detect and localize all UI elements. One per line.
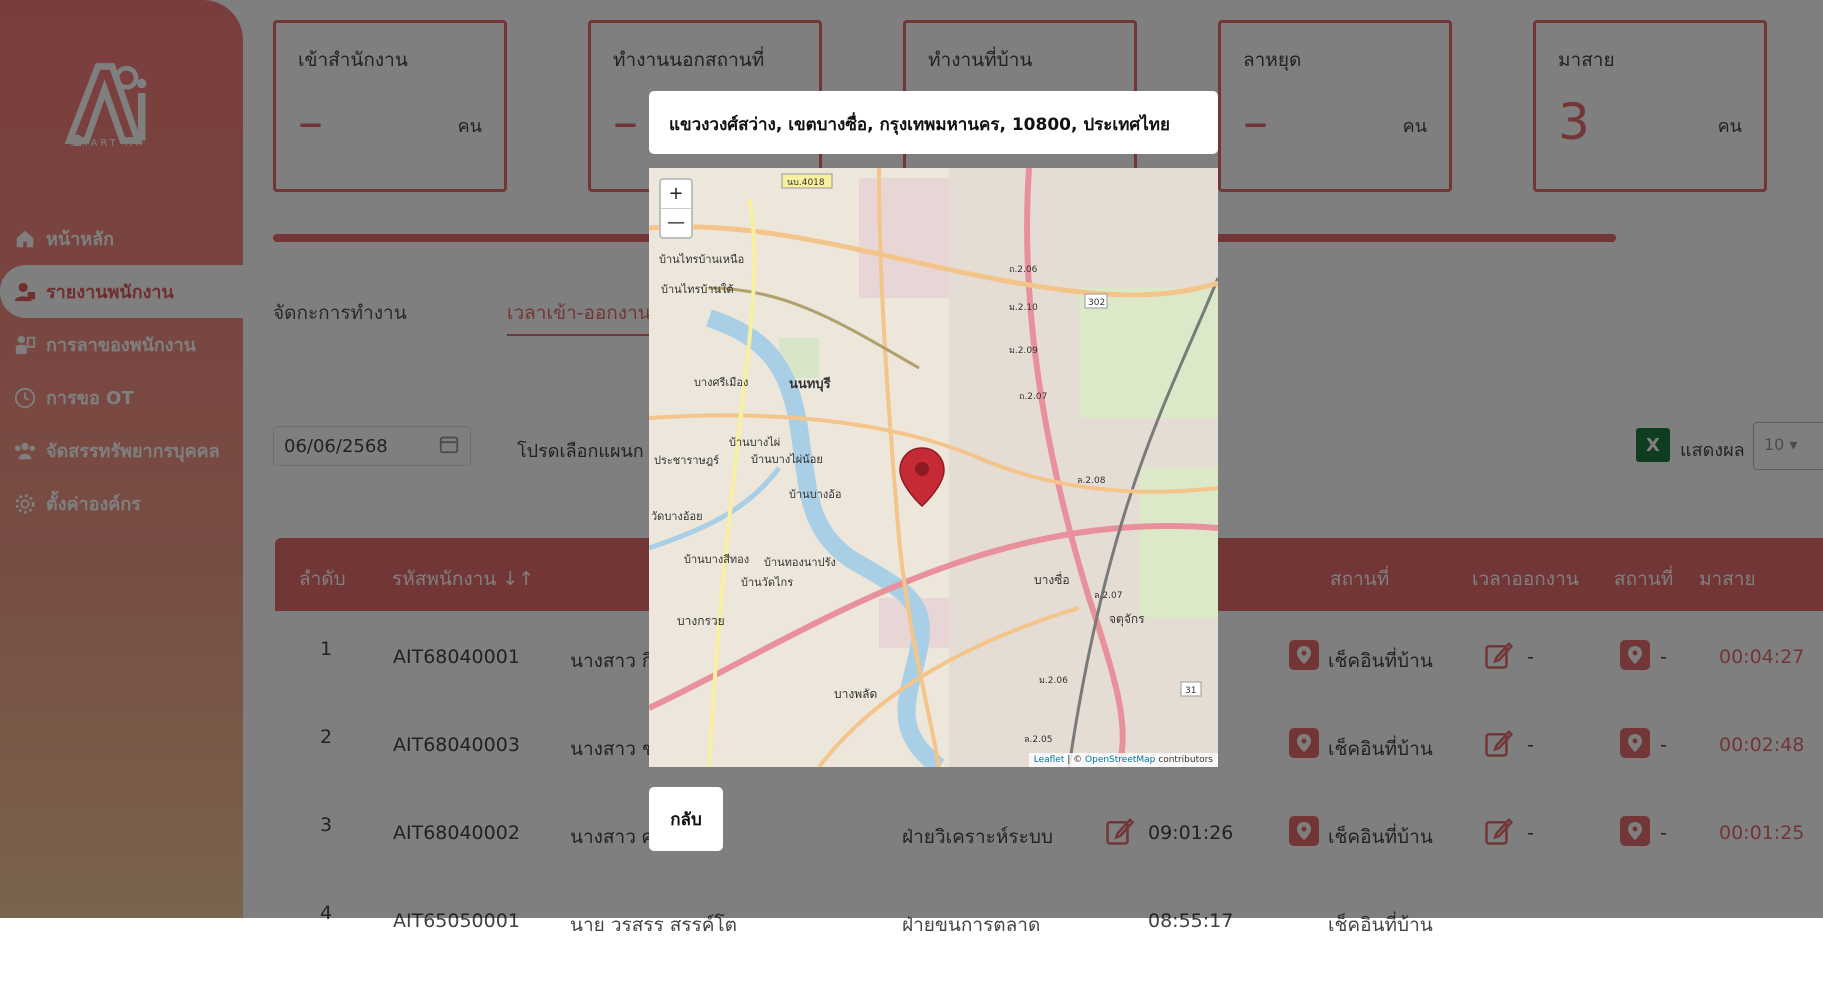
- osm-link[interactable]: OpenStreetMap: [1085, 755, 1155, 765]
- map-tiles[interactable]: นนทบุรี บางศรีเมือง บ้านไทรบ้านเหนือ บ้า…: [649, 168, 1218, 767]
- map-label: บ้านบางสีทอง: [684, 553, 749, 566]
- map-label: บ้านไทรบ้านเหนือ: [659, 253, 744, 266]
- map-label: นบ.4018: [787, 178, 825, 188]
- map-label: 31: [1185, 686, 1196, 696]
- map-label: ม.2.10: [1009, 303, 1038, 313]
- attribution-contributors: contributors: [1155, 755, 1213, 765]
- map-label: บ้านไทรบ้านใต้: [661, 283, 734, 296]
- leaflet-link[interactable]: Leaflet: [1034, 755, 1065, 765]
- map-label: บางกรวย: [677, 614, 725, 628]
- map-attribution: Leaflet | © OpenStreetMap contributors: [1028, 753, 1218, 767]
- map-label: บางซื่อ: [1034, 571, 1070, 587]
- map-label: ล.2.05: [1024, 735, 1052, 745]
- zoom-out-button[interactable]: —: [661, 208, 691, 237]
- location-map[interactable]: นนทบุรี บางศรีเมือง บ้านไทรบ้านเหนือ บ้า…: [649, 168, 1218, 767]
- map-label: จตุจักร: [1109, 612, 1145, 627]
- zoom-in-button[interactable]: +: [661, 180, 691, 208]
- map-label: ประชาราษฎร์: [654, 454, 719, 467]
- map-label: บ้านบางไผ่: [729, 436, 780, 449]
- attribution-sep: | ©: [1064, 755, 1086, 765]
- map-label: ถ.2.07: [1019, 392, 1047, 402]
- map-label: ล.2.08: [1077, 476, 1106, 486]
- map-label: ม.2.09: [1009, 346, 1038, 356]
- map-label: วัดบางอ้อย: [651, 510, 703, 523]
- map-label: บางพลัด: [834, 687, 877, 701]
- map-label: บ้านทองนาปรัง: [764, 556, 836, 569]
- map-zoom-control: + —: [659, 178, 693, 239]
- map-label: 302: [1088, 298, 1105, 308]
- map-label: นนทบุรี: [789, 376, 831, 392]
- map-label: บ้านบางไผ่น้อย: [751, 453, 823, 466]
- modal-address: แขวงวงศ์สว่าง, เขตบางซื่อ, กรุงเทพมหานคร…: [649, 91, 1218, 154]
- back-button[interactable]: กลับ: [649, 787, 723, 851]
- map-label: ล.2.07: [1094, 591, 1122, 601]
- map-label: ม.2.06: [1039, 676, 1068, 686]
- map-label: บ้านบางอ้อ: [789, 488, 841, 501]
- map-label: ถ.2.06: [1009, 265, 1038, 275]
- map-label: บางศรีเมือง: [694, 376, 748, 389]
- map-label: บ้านวัดไกร: [741, 576, 793, 589]
